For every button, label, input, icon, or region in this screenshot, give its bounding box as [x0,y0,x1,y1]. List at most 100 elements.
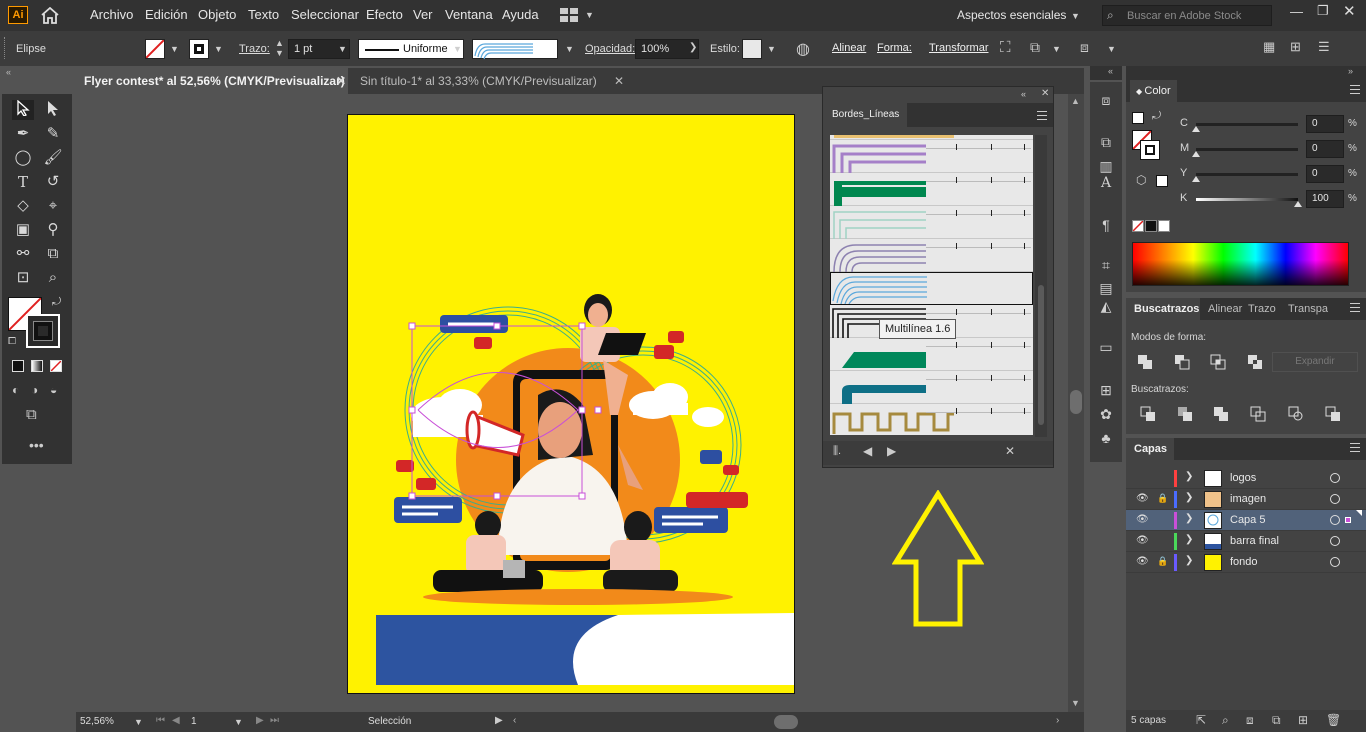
brush-libraries-menu-icon[interactable]: ⫼. [833,445,841,458]
chevron-down-icon[interactable]: ▼ [234,717,243,727]
chevron-down-icon[interactable]: ▼ [1071,11,1080,21]
layer-name[interactable]: logos [1230,472,1256,484]
divide-icon[interactable] [1140,406,1156,422]
envelope-icon[interactable]: ⧈ [1080,39,1089,56]
tab-transparencia[interactable]: Transpa [1282,298,1334,320]
character-icon[interactable]: A [1096,173,1116,193]
locate-object-icon[interactable]: ⌕ [1222,713,1229,728]
artboard-number-field[interactable]: 1 [188,714,228,730]
merge-icon[interactable] [1213,406,1229,422]
outline-icon[interactable] [1288,406,1304,422]
chevron-down-icon[interactable]: ▼ [565,44,574,54]
expand-layer-icon[interactable]: ❯ [1185,492,1193,503]
home-icon[interactable] [40,6,60,24]
chevron-down-icon[interactable]: ▼ [453,44,462,54]
brush-row[interactable] [830,371,1033,404]
delete-icon[interactable]: 🗑 [1326,713,1341,727]
next-library-icon[interactable]: ▶ [887,444,896,458]
minus-back-icon[interactable] [1325,406,1341,422]
clipping-mask-icon[interactable]: ⧈ [1246,713,1254,728]
gradient-panel-icon[interactable]: ▭ [1096,337,1116,357]
unite-icon[interactable] [1137,354,1153,370]
isolate-icon[interactable]: ⧉ [1030,39,1040,56]
fill-swatch[interactable] [145,39,165,59]
blend-tool-icon[interactable]: ⚯ [12,244,34,264]
visibility-eye-icon[interactable]: 👁 [1136,556,1149,568]
stroke-profile-dropdown[interactable]: Uniforme [358,39,464,59]
minus-front-icon[interactable] [1174,354,1190,370]
crop-icon[interactable] [1250,406,1266,422]
slider-track[interactable] [1196,148,1298,151]
menu-ayuda[interactable]: Ayuda [502,7,539,22]
gradient-tool-icon[interactable]: ▣ [12,220,34,240]
eyedropper-tool-icon[interactable]: ⚲ [42,220,64,240]
black-slider[interactable]: K 100 % [1126,189,1366,209]
lock-icon[interactable]: 🔒 [1157,493,1168,505]
close-tab-icon[interactable]: ✕ [614,68,624,94]
previous-library-icon[interactable]: ◀ [863,444,872,458]
tab-capas[interactable]: Capas [1126,438,1174,460]
cyan-value-field[interactable]: 0 [1306,115,1344,133]
selection-indicator[interactable] [1345,517,1351,523]
zoom-field[interactable]: 52,56% [80,714,128,730]
selection-tool-icon[interactable] [12,99,34,120]
paragraph-icon[interactable]: ¶ [1096,215,1116,235]
tab-bordes-lineas[interactable]: Bordes_Líneas [823,103,907,127]
menu-texto[interactable]: Texto [248,7,279,22]
none-mode-icon[interactable] [50,360,62,372]
links-icon[interactable]: ⧉ [1096,132,1116,152]
stroke-color-swatch[interactable] [26,314,60,348]
draw-mode-icon[interactable]: ◐ [12,383,19,397]
slider-thumb[interactable] [1192,176,1200,182]
new-sublayer-icon[interactable]: ⧉ [1272,713,1281,728]
menu-ventana[interactable]: Ventana [445,7,493,22]
slider-track[interactable] [1196,123,1298,126]
arrange-icon[interactable]: ⊞ [1290,39,1301,55]
layer-name[interactable]: Capa 5 [1230,514,1265,526]
tab-buscatrazos[interactable]: Buscatrazos [1126,298,1200,320]
curvature-tool-icon[interactable]: ✎ [42,124,64,144]
slider-track[interactable] [1196,173,1298,176]
last-artboard-icon[interactable]: ⏭ [270,715,279,726]
layer-row-capa-5[interactable]: 👁 ❯ Capa 5 [1126,510,1366,531]
brush-row[interactable] [830,140,1033,173]
brush-row[interactable] [830,206,1033,239]
expand-layer-icon[interactable]: ❯ [1185,555,1193,566]
more-tools-icon[interactable]: ••• [29,437,44,453]
layer-name[interactable]: fondo [1230,556,1258,568]
stroke-swatch[interactable] [189,39,209,59]
flyer-illustration[interactable] [348,115,794,693]
status-menu-icon[interactable]: ▶ [495,715,503,726]
swap-colors-icon[interactable]: ⤾ [52,296,61,309]
exclude-icon[interactable] [1247,354,1263,370]
tab-color[interactable]: ◆ Color [1130,80,1177,102]
brush-row[interactable] [830,239,1033,273]
expand-panel-icon[interactable]: « [1108,66,1113,76]
menu-efecto[interactable]: Efecto [366,7,403,22]
draw-behind-icon[interactable]: ◑ [31,383,38,397]
draw-inside-icon[interactable]: ◒ [50,383,57,397]
black-quick-swatch[interactable] [1145,220,1157,232]
menu-objeto[interactable]: Objeto [198,7,236,22]
layer-row-fondo[interactable]: 👁 🔒 ❯ fondo [1126,552,1366,573]
artboard-tool-icon[interactable]: ⊡ [12,268,34,288]
close-icon[interactable]: ✕ [1343,2,1356,20]
panel-menu-icon[interactable] [1350,85,1360,94]
panel-layout-icon[interactable]: ▦ [1263,39,1275,55]
default-colors-icon[interactable]: ⧠ [8,336,16,347]
shape-builder-tool-icon[interactable]: ⧉ [42,244,64,264]
align-panel-icon[interactable]: ▤ [1096,278,1116,298]
color-mode-icon[interactable] [12,360,24,372]
panel-menu-icon[interactable]: ☰ [1318,39,1330,55]
paintbrush-tool-icon[interactable]: 🖌 [42,148,64,168]
slider-thumb[interactable] [1192,126,1200,132]
cyan-slider[interactable]: C 0 % [1126,114,1366,134]
chevron-down-icon[interactable]: ▼ [170,44,179,54]
brush-row[interactable] [830,173,1033,206]
horizontal-scroll-thumb[interactable] [774,715,798,729]
chevron-down-icon[interactable]: ▼ [214,44,223,54]
trim-icon[interactable] [1177,406,1193,422]
new-layer-icon[interactable]: ⊞ [1298,713,1308,727]
magenta-value-field[interactable]: 0 [1306,140,1344,158]
scroll-right-icon[interactable]: › [1056,715,1059,726]
